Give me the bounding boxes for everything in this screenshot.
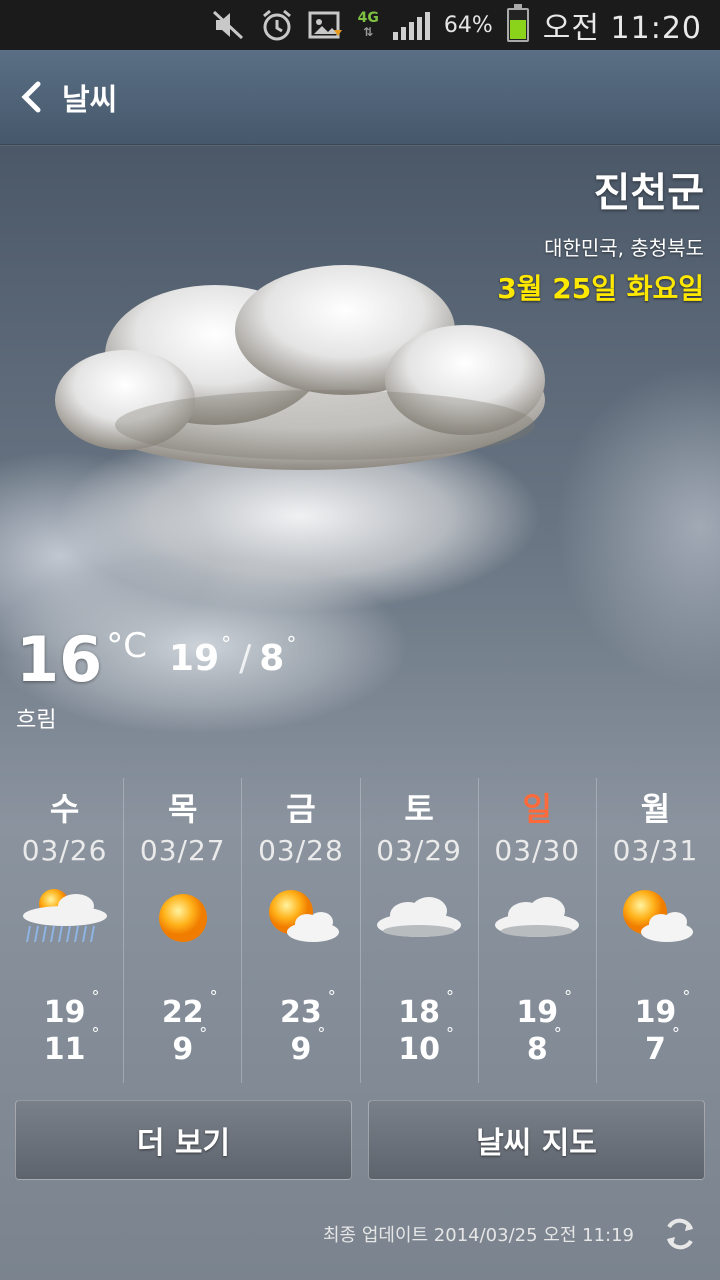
network-label: 4G xyxy=(357,10,379,26)
back-button[interactable]: 날씨 xyxy=(14,75,117,119)
forecast-low: 9 ° xyxy=(172,1024,208,1067)
forecast-low: 11 ° xyxy=(43,1024,100,1067)
city-name: 진천군 xyxy=(593,170,704,216)
current-weather: 16 °C 19 ° / 8 ° 흐림 xyxy=(16,620,296,734)
forecast-day: 일 03/30 19 ° 8 ° xyxy=(477,778,596,1083)
cloud-icon xyxy=(479,873,596,963)
battery-icon xyxy=(506,4,529,42)
location-block: 진천군 대한민국, 충청북도 3월 25일 화요일 xyxy=(497,160,704,307)
forecast-low: 9 ° xyxy=(290,1024,326,1067)
forecast-date: 03/30 xyxy=(494,834,581,867)
forecast-high: 19 ° xyxy=(43,987,100,1030)
partly-cloudy-icon xyxy=(597,873,714,963)
forecast-date: 03/29 xyxy=(376,834,462,867)
temperature-unit: °C xyxy=(106,626,148,666)
status-clock: 오전 11:20 xyxy=(542,11,702,46)
sun-icon xyxy=(124,873,241,963)
forecast-day-name: 목 xyxy=(168,790,198,828)
forecast-high: 19 ° xyxy=(634,987,691,1030)
page-title: 날씨 xyxy=(62,83,118,118)
forecast-high: 23 ° xyxy=(280,987,336,1030)
region-name: 대한민국, 충청북도 xyxy=(544,236,704,260)
forecast-high: 18 ° xyxy=(398,987,454,1030)
today-high: 19 xyxy=(169,638,220,679)
status-bar: 4G ⇅ 64% 오전 11:20 xyxy=(0,0,720,50)
forecast-low: 8 ° xyxy=(526,1024,562,1067)
weather-map-button[interactable]: 날씨 지도 xyxy=(368,1100,705,1180)
partly-cloudy-icon xyxy=(242,873,359,963)
current-temperature: 16 xyxy=(16,623,103,696)
forecast-day: 토 03/29 18 ° 10 ° xyxy=(359,778,478,1083)
forecast-day: 수 03/26 19 ° 11 ° xyxy=(6,778,123,1083)
notification-icon xyxy=(308,5,344,45)
forecast-day-name: 금 xyxy=(286,790,316,828)
forecast-day-name: 월 xyxy=(640,790,671,828)
footer: 최종 업데이트 2014/03/25 오전 11:19 xyxy=(323,1210,700,1258)
forecast-date: 03/31 xyxy=(612,834,699,867)
network-4g-icon: 4G ⇅ xyxy=(357,10,379,39)
more-button[interactable]: 더 보기 xyxy=(15,1100,352,1180)
app-header: 날씨 xyxy=(0,50,720,145)
forecast-low: 10 ° xyxy=(398,1024,454,1067)
forecast-day: 월 03/31 19 ° 7 ° xyxy=(595,778,714,1083)
forecast-date: 03/27 xyxy=(139,834,226,867)
last-updated: 최종 업데이트 2014/03/25 오전 11:19 xyxy=(323,1225,634,1246)
signal-icon xyxy=(392,10,430,40)
current-date: 3월 25일 화요일 xyxy=(497,272,704,305)
rain-sun-cloud-icon xyxy=(6,873,123,963)
cloudy-weather-illustration xyxy=(55,265,545,470)
forecast-date: 03/26 xyxy=(21,834,108,867)
forecast-day: 목 03/27 22 ° 9 ° xyxy=(123,778,241,1083)
forecast-low: 7 ° xyxy=(645,1024,680,1067)
cloud-icon xyxy=(361,873,478,963)
chevron-left-icon xyxy=(14,80,48,114)
forecast-day-name: 토 xyxy=(404,790,434,828)
forecast-day-name: 일 xyxy=(522,790,552,828)
today-low: 8 xyxy=(259,638,285,679)
forecast-high: 19 ° xyxy=(516,987,573,1030)
battery-percent: 64% xyxy=(443,12,493,38)
current-condition: 흐림 xyxy=(16,708,57,733)
mute-icon xyxy=(212,5,246,45)
alarm-icon xyxy=(260,5,294,45)
forecast-date: 03/28 xyxy=(258,834,344,867)
forecast-day: 금 03/28 23 ° 9 ° xyxy=(241,778,359,1083)
forecast-day-name: 수 xyxy=(49,790,80,828)
forecast-high: 22 ° xyxy=(161,987,218,1030)
high-low-temperature: 19 ° / 8 ° xyxy=(169,632,297,679)
weekly-forecast: 수 03/26 19 ° 11 ° 목 03/27 22 ° 9 ° 금 03/28 23 ° 9 ° 토 03/29… xyxy=(6,778,714,1083)
refresh-icon[interactable] xyxy=(660,1214,700,1254)
